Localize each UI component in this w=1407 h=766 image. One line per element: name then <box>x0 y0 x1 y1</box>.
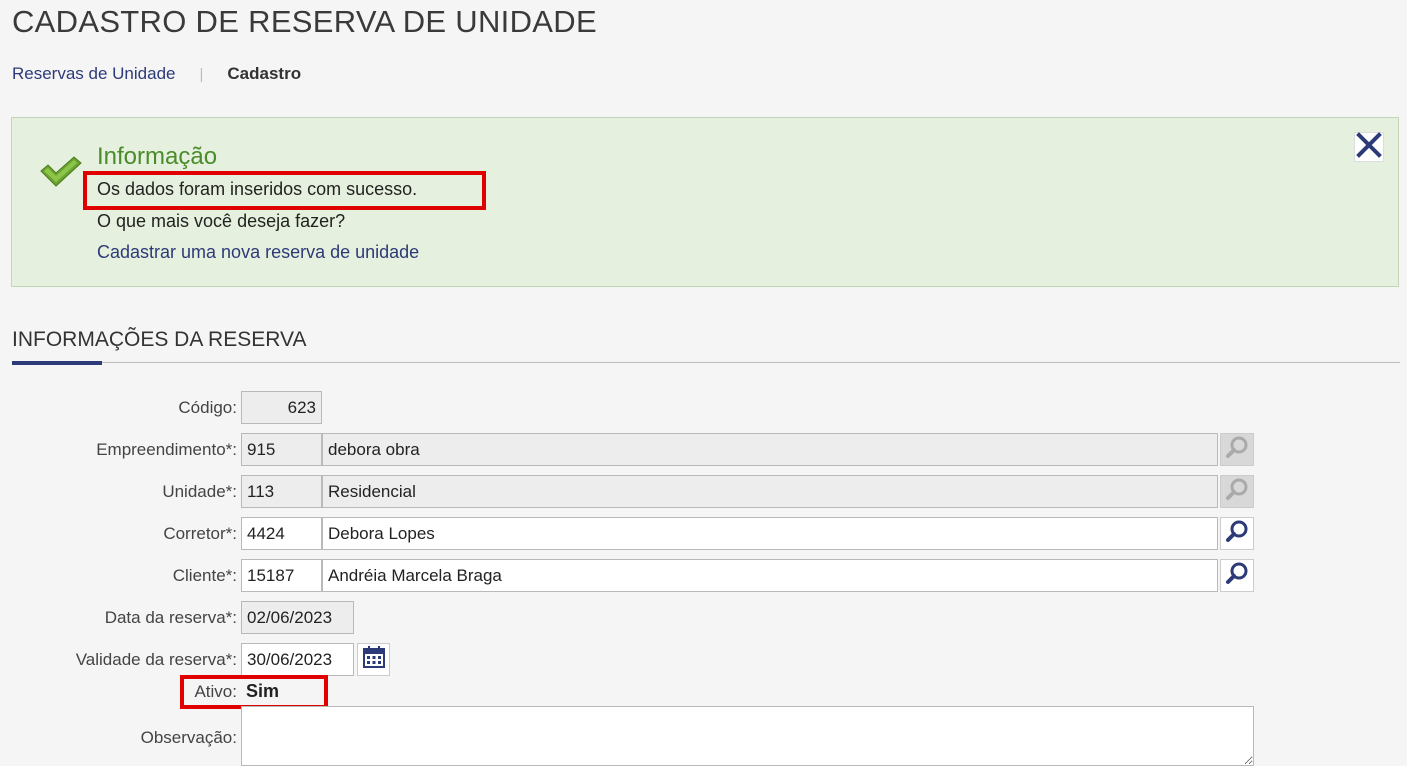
unidade-name-field: Residencial <box>322 475 1218 508</box>
empreendimento-search-button[interactable] <box>1220 433 1254 466</box>
codigo-field: 623 <box>241 391 322 424</box>
search-icon <box>1225 561 1249 590</box>
section-divider <box>12 362 1400 363</box>
validade-reserva-field[interactable]: 30/06/2023 <box>241 643 354 676</box>
cliente-label: Cliente*: <box>172 566 237 585</box>
calendar-button[interactable] <box>357 643 390 676</box>
highlight-ativo <box>180 675 328 709</box>
info-question: O que mais você deseja fazer? <box>97 211 346 231</box>
page-title: CADASTRO DE RESERVA DE UNIDADE <box>12 4 597 39</box>
section-accent-bar <box>12 361 102 365</box>
breadcrumb: Reservas de Unidade | Cadastro <box>12 64 301 84</box>
search-icon <box>1225 519 1249 548</box>
close-button[interactable] <box>1354 131 1384 163</box>
close-icon <box>1356 131 1382 163</box>
new-reservation-link[interactable]: Cadastrar uma nova reserva de unidade <box>97 242 419 263</box>
corretor-name-field: Debora Lopes <box>322 517 1218 550</box>
breadcrumb-separator: | <box>199 65 204 83</box>
empreendimento-name-field: debora obra <box>322 433 1218 466</box>
codigo-label: Código: <box>178 398 237 417</box>
corretor-search-button[interactable] <box>1220 517 1254 550</box>
breadcrumb-reservas-link[interactable]: Reservas de Unidade <box>12 64 175 84</box>
section-title: INFORMAÇÕES DA RESERVA <box>12 328 307 351</box>
corretor-code-field[interactable]: 4424 <box>241 517 322 550</box>
cliente-search-button[interactable] <box>1220 559 1254 592</box>
empreendimento-label: Empreendimento*: <box>96 440 237 459</box>
calendar-icon <box>362 645 386 674</box>
check-icon <box>39 153 83 194</box>
validade-reserva-label: Validade da reserva*: <box>75 650 237 669</box>
cliente-code-field[interactable]: 15187 <box>241 559 322 592</box>
breadcrumb-current: Cadastro <box>227 64 302 83</box>
search-icon <box>1225 435 1249 464</box>
unidade-search-button[interactable] <box>1220 475 1254 508</box>
cliente-name-field: Andréia Marcela Braga <box>322 559 1218 592</box>
corretor-label: Corretor*: <box>163 524 237 543</box>
unidade-label: Unidade*: <box>162 482 237 501</box>
observacao-textarea[interactable] <box>241 706 1254 766</box>
unidade-code-field[interactable]: 113 <box>241 475 322 508</box>
data-reserva-field: 02/06/2023 <box>241 601 354 634</box>
info-title: Informação <box>97 143 218 170</box>
data-reserva-label: Data da reserva*: <box>104 608 237 627</box>
observacao-label: Observação: <box>140 728 237 747</box>
highlight-success-message <box>83 171 486 210</box>
search-icon <box>1225 477 1249 506</box>
empreendimento-code-field[interactable]: 915 <box>241 433 322 466</box>
